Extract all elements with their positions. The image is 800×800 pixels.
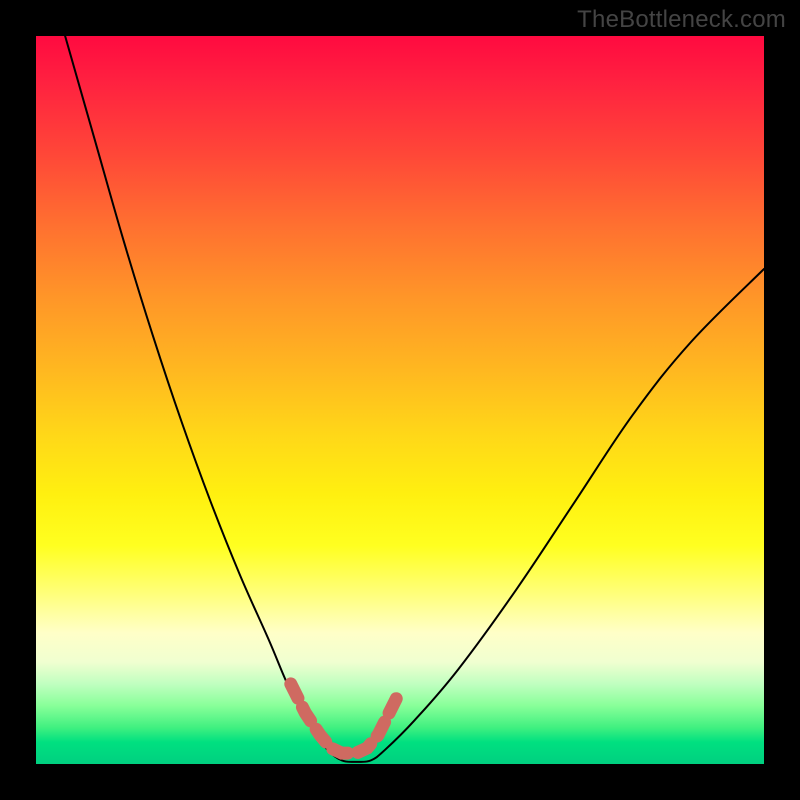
- optimal-range-marker: [291, 684, 397, 753]
- chart-svg: [36, 36, 764, 764]
- bottleneck-curve: [65, 36, 764, 762]
- plot-area: [36, 36, 764, 764]
- watermark-text: TheBottleneck.com: [577, 6, 786, 34]
